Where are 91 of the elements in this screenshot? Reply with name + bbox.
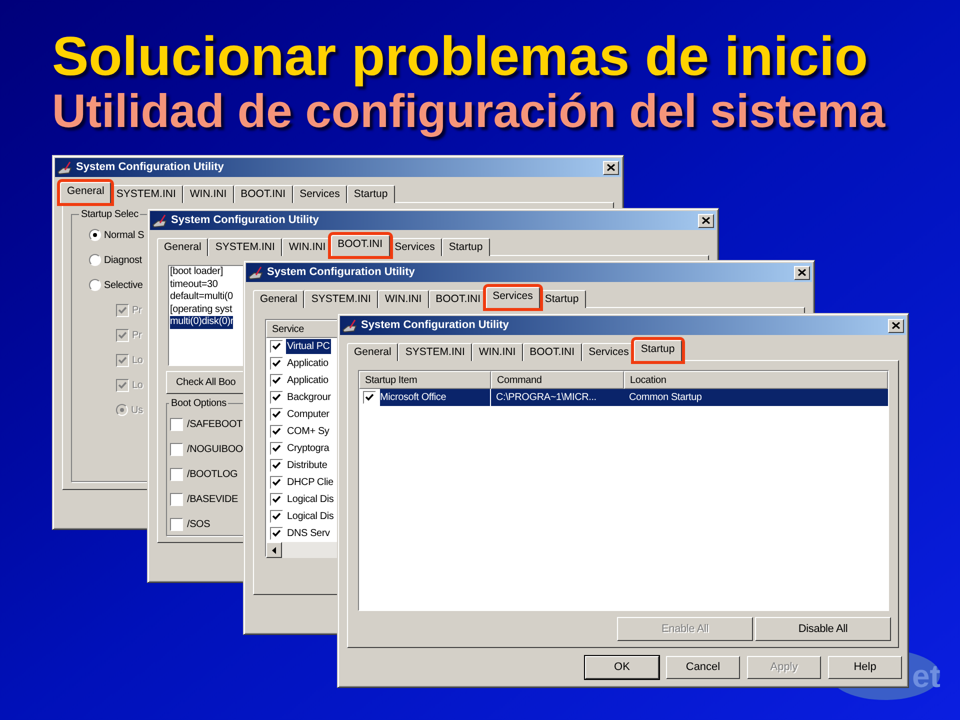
service-name[interactable]: DHCP Clie <box>286 475 334 490</box>
tab[interactable]: Startup <box>442 238 490 256</box>
option-label: Lo <box>132 378 143 392</box>
service-name[interactable]: Distribute <box>286 458 328 473</box>
tab[interactable]: WIN.INI <box>182 185 234 203</box>
radio-button[interactable] <box>89 254 101 266</box>
tab[interactable]: General <box>157 238 208 256</box>
tab[interactable]: Startup <box>346 185 395 203</box>
close-icon <box>702 217 710 224</box>
window-title: System Configuration Utility <box>361 318 509 334</box>
service-name[interactable]: COM+ Sy <box>286 424 330 439</box>
option-label: Us <box>131 404 143 418</box>
option-label: Pr <box>132 328 142 342</box>
tab[interactable]: Services <box>292 185 347 203</box>
close-icon <box>798 269 806 276</box>
tab[interactable]: SYSTEM.INI <box>398 343 472 361</box>
service-name[interactable]: DNS Serv <box>286 526 331 541</box>
tab[interactable]: WIN.INI <box>472 343 523 361</box>
tab[interactable]: Services <box>486 287 540 308</box>
radio-button[interactable] <box>89 229 101 241</box>
selected-row[interactable]: C:\PROGRA~1\MICR... Common Startup <box>491 389 888 406</box>
option-label: /SAFEBOOT <box>187 418 242 432</box>
checkbox[interactable] <box>270 527 283 540</box>
service-name[interactable]: Applicatio <box>286 356 330 371</box>
scroll-left-button[interactable] <box>266 542 282 558</box>
option-label: Pr <box>132 304 142 318</box>
tab[interactable]: WIN.INI <box>378 290 429 308</box>
checkbox[interactable] <box>170 418 183 430</box>
window-title: System Configuration Utility <box>76 160 224 176</box>
checkbox[interactable] <box>170 492 183 506</box>
text-line: default=multi(0 <box>170 291 233 304</box>
close-button[interactable] <box>698 214 714 228</box>
group-label: Boot Options <box>170 397 228 411</box>
table-cell-text: C:\PROGRA~1\MICR... <box>495 391 598 405</box>
service-name[interactable]: Logical Dis <box>286 492 335 507</box>
option-label: /BOOTLOG <box>187 468 238 482</box>
slide-subtitle: Utilidad de configuración del sistema <box>52 86 886 136</box>
option-label: /NOGUIBOO <box>187 442 243 456</box>
dialog-button[interactable]: Help <box>828 656 902 679</box>
dialog-button[interactable]: Cancel <box>666 656 740 679</box>
close-icon <box>607 164 615 171</box>
text-line: [boot loader] <box>170 266 223 278</box>
tab[interactable]: BOOT.INI <box>234 185 293 203</box>
radio-button[interactable] <box>89 279 101 291</box>
text-line: [operating syst <box>170 304 232 316</box>
checkbox[interactable] <box>270 340 283 353</box>
disable-all-button[interactable]: Disable All <box>755 617 891 641</box>
tab[interactable]: SYSTEM.INI <box>208 238 282 256</box>
column-header[interactable]: Command <box>491 371 624 389</box>
option-label: Lo <box>132 354 143 368</box>
column-header[interactable]: Startup Item <box>359 371 491 389</box>
checkbox[interactable] <box>170 468 183 480</box>
checkbox[interactable] <box>170 518 183 530</box>
table-cell-text: Common Startup <box>628 391 702 405</box>
tab[interactable]: General <box>60 182 112 203</box>
tab[interactable]: BOOT.INI <box>330 235 390 256</box>
close-button[interactable] <box>794 266 810 280</box>
window-title: System Configuration Utility <box>171 213 319 228</box>
tab[interactable]: BOOT.INI <box>522 343 582 361</box>
group-label: Startup Selec <box>80 208 140 222</box>
checkbox[interactable] <box>170 442 183 456</box>
text-line: timeout=30 <box>170 278 218 291</box>
service-name[interactable]: Cryptogra <box>286 441 330 456</box>
window-title: System Configuration Utility <box>267 265 415 280</box>
utility-icon <box>248 266 264 280</box>
service-name[interactable]: Backgrour <box>286 390 332 405</box>
column-header[interactable]: Location <box>624 371 888 389</box>
service-name[interactable]: Computer <box>286 407 330 422</box>
tab[interactable]: General <box>253 290 304 308</box>
option-label: /SOS <box>187 518 210 532</box>
slide-title: Solucionar problemas de inicio <box>52 26 870 86</box>
utility-icon <box>57 160 73 174</box>
close-icon <box>892 322 900 329</box>
logo-text: et <box>912 657 940 696</box>
tab[interactable]: Startup <box>634 340 682 361</box>
left-arrow-icon <box>272 546 276 554</box>
tab[interactable]: SYSTEM.INI <box>304 290 378 308</box>
tab[interactable]: General <box>347 343 398 361</box>
dialog-button[interactable]: OK <box>585 656 659 679</box>
service-name[interactable]: Virtual PC <box>286 339 331 354</box>
table-cell: Microsoft Office <box>380 389 490 406</box>
utility-icon <box>152 214 168 228</box>
option-label: /BASEVIDE <box>187 492 238 506</box>
close-button[interactable] <box>603 160 619 174</box>
option-label: Diagnost <box>104 254 142 268</box>
service-name[interactable]: Applicatio <box>286 373 330 388</box>
close-button[interactable] <box>888 318 904 332</box>
service-name[interactable]: Logical Dis <box>286 509 335 524</box>
option-label: Selective <box>104 278 143 292</box>
option-label: Normal S <box>104 228 144 242</box>
utility-icon <box>342 318 358 332</box>
